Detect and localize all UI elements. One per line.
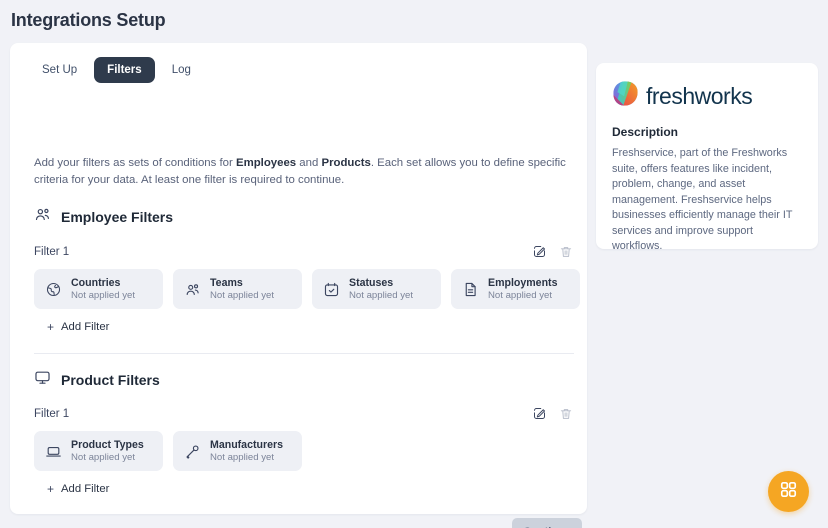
plus-icon: +: [47, 320, 55, 334]
tab-log[interactable]: Log: [159, 57, 204, 83]
chip-manufacturers[interactable]: Manufacturers Not applied yet: [173, 431, 302, 471]
intro-part-1: Add your filters as sets of conditions f…: [34, 157, 236, 169]
employee-filters-title: Employee Filters: [61, 209, 174, 225]
product-filters-title: Product Filters: [61, 372, 160, 388]
chip-employments[interactable]: Employments Not applied yet: [451, 269, 580, 309]
chip-employments-subtitle: Not applied yet: [488, 290, 552, 301]
intro-part-2: and: [296, 157, 322, 169]
chip-countries-subtitle: Not applied yet: [71, 290, 135, 301]
chip-teams-title: Teams: [210, 277, 243, 289]
trash-icon[interactable]: [559, 407, 573, 421]
product-filter-actions: [532, 406, 573, 421]
brand-name: freshworks: [646, 82, 753, 109]
monitor-icon: [34, 369, 51, 391]
chip-statuses-title: Statuses: [349, 277, 394, 289]
wrench-icon: [184, 443, 201, 460]
add-employee-filter-label: Add Filter: [61, 321, 110, 333]
intro-text: Add your filters as sets of conditions f…: [34, 155, 574, 189]
tab-set-up[interactable]: Set Up: [29, 57, 90, 83]
tab-bar: Set Up Filters Log: [29, 57, 204, 83]
intro-bold-employees: Employees: [235, 157, 297, 169]
edit-pencil-icon[interactable]: [532, 244, 547, 259]
description-body: Freshservice, part of the Freshworks sui…: [612, 147, 793, 252]
add-product-filter-label: Add Filter: [61, 483, 110, 495]
freshworks-leaf-logo: [612, 80, 639, 112]
chip-product-types-title: Product Types: [71, 439, 144, 451]
chip-teams[interactable]: Teams Not applied yet: [173, 269, 302, 309]
chip-manufacturers-subtitle: Not applied yet: [210, 452, 274, 463]
app-root: Integrations Setup Set Up Filters Log Ad…: [0, 0, 828, 528]
product-filter-chips: Product Types Not applied yet Manufactur…: [34, 431, 302, 471]
product-filters-heading: Product Filters: [34, 369, 160, 391]
apps-grid-icon: [779, 480, 798, 504]
apps-grid-fab-button[interactable]: [768, 471, 809, 512]
employee-filter-actions: [532, 244, 573, 259]
brand-row: freshworks: [612, 80, 802, 112]
employee-filter-chips: Countries Not applied yet Teams Not appl…: [34, 269, 580, 309]
add-employee-filter-button[interactable]: + Add Filter: [47, 320, 109, 334]
intro-bold-products: Products: [321, 157, 371, 169]
people-icon: [34, 206, 51, 228]
people-icon: [184, 281, 201, 298]
laptop-icon: [45, 443, 62, 460]
chip-statuses-subtitle: Not applied yet: [349, 290, 413, 301]
employee-filters-heading: Employee Filters: [34, 206, 173, 228]
chip-manufacturers-title: Manufacturers: [210, 439, 283, 451]
chip-countries-title: Countries: [71, 277, 121, 289]
add-product-filter-button[interactable]: + Add Filter: [47, 482, 109, 496]
product-filter-row-header: Filter 1: [34, 406, 573, 421]
page-title: Integrations Setup: [11, 10, 166, 30]
chip-teams-subtitle: Not applied yet: [210, 290, 274, 301]
tab-filters[interactable]: Filters: [94, 57, 155, 83]
main-panel: Set Up Filters Log Add your filters as s…: [10, 43, 587, 528]
document-icon: [462, 281, 479, 298]
chip-product-types-subtitle: Not applied yet: [71, 452, 135, 463]
edit-pencil-icon[interactable]: [532, 406, 547, 421]
chip-product-types[interactable]: Product Types Not applied yet: [34, 431, 163, 471]
globe-icon: [45, 281, 62, 298]
product-filter-label: Filter 1: [34, 407, 70, 420]
section-divider: [34, 353, 574, 354]
calendar-check-icon: [323, 281, 340, 298]
employee-filter-row-header: Filter 1: [34, 244, 573, 259]
chip-employments-title: Employments: [488, 277, 558, 289]
trash-icon[interactable]: [559, 245, 573, 259]
employee-filter-label: Filter 1: [34, 245, 70, 258]
continue-button[interactable]: Continue: [512, 518, 582, 528]
description-title: Description: [612, 125, 679, 139]
chip-countries[interactable]: Countries Not applied yet: [34, 269, 163, 309]
chip-statuses[interactable]: Statuses Not applied yet: [312, 269, 441, 309]
plus-icon: +: [47, 482, 55, 496]
integration-info-panel: freshworks Description Freshservice, par…: [596, 63, 818, 252]
